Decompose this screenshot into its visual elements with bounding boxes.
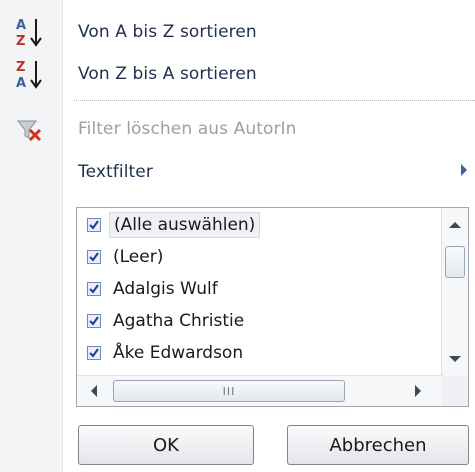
clear-filter-label: Filter löschen aus AutorIn [78, 119, 297, 139]
list-item[interactable]: Adalgis Wulf [83, 274, 222, 304]
filter-value-listbox[interactable]: (Alle auswählen) (Leer) Adalgis Wulf Aga… [76, 207, 469, 407]
svg-text:A: A [16, 76, 26, 91]
sort-ascending-icon: A Z [14, 15, 44, 49]
list-item[interactable]: Åke Edwardson [83, 338, 247, 368]
clear-filter-item: Filter löschen aus AutorIn [0, 109, 475, 149]
svg-text:A: A [16, 18, 26, 33]
list-item-label: Åke Edwardson [113, 343, 244, 363]
list-item-empty[interactable]: (Leer) [83, 242, 167, 272]
list-item-label: Agatha Christie [113, 311, 245, 331]
submenu-arrow-icon [461, 164, 467, 176]
checkbox[interactable] [87, 250, 101, 264]
scroll-left-icon[interactable] [91, 385, 97, 397]
checkbox[interactable] [87, 346, 101, 360]
checkmark-icon [89, 252, 99, 262]
checkmark-icon [89, 316, 99, 326]
horizontal-scroll-thumb[interactable]: III [113, 380, 345, 402]
checkmark-icon [89, 220, 99, 230]
checkbox[interactable] [87, 218, 101, 232]
text-filter-item[interactable]: Textfilter [0, 152, 475, 192]
vertical-scrollbar[interactable] [441, 208, 468, 376]
list-item-label: (Leer) [113, 247, 164, 267]
sort-a-to-z-item[interactable]: A Z Von A bis Z sortieren [0, 12, 475, 52]
list-item[interactable]: Agatha Christie [83, 306, 248, 336]
text-filter-label: Textfilter [78, 162, 153, 182]
scroll-up-icon[interactable] [449, 222, 461, 228]
list-item-label: (Alle auswählen) [109, 212, 261, 238]
sort-z-to-a-label: Von Z bis A sortieren [78, 64, 257, 84]
scroll-down-icon[interactable] [449, 356, 461, 362]
checkbox[interactable] [87, 314, 101, 328]
checkbox[interactable] [87, 282, 101, 296]
horizontal-scrollbar[interactable]: III [77, 375, 443, 406]
menu-separator [74, 100, 475, 101]
scrollbar-corner [442, 376, 468, 406]
scroll-grip: III [222, 384, 236, 398]
cancel-button[interactable]: Abbrechen [287, 425, 469, 465]
list-item-label: Adalgis Wulf [113, 279, 218, 299]
vertical-scroll-thumb[interactable] [445, 246, 465, 278]
sort-descending-icon: Z A [14, 57, 44, 91]
filter-value-list: (Alle auswählen) (Leer) Adalgis Wulf Aga… [77, 208, 443, 376]
checkmark-icon [89, 284, 99, 294]
sort-z-to-a-item[interactable]: Z A Von Z bis A sortieren [0, 54, 475, 94]
svg-text:Z: Z [16, 60, 25, 75]
checkmark-icon [89, 348, 99, 358]
ok-button[interactable]: OK [78, 425, 254, 465]
svg-text:Z: Z [16, 34, 25, 49]
sort-a-to-z-label: Von A bis Z sortieren [78, 22, 257, 42]
scroll-right-icon[interactable] [415, 385, 421, 397]
list-item-select-all[interactable]: (Alle auswählen) [83, 210, 261, 240]
clear-filter-icon [14, 112, 44, 146]
